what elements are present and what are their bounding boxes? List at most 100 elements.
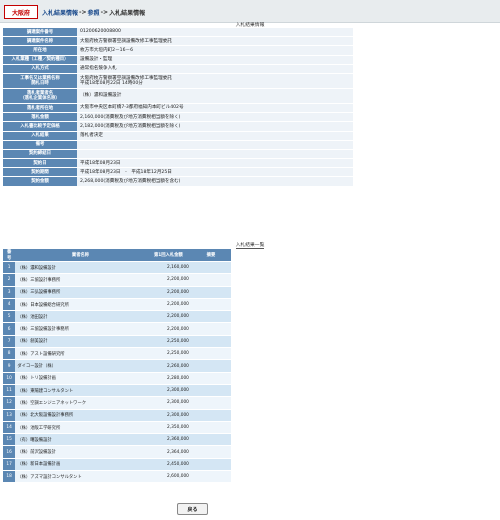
detail-row: 入札方式 通常指名競争入札	[3, 64, 353, 73]
bid-note-cell	[190, 360, 231, 372]
detail-label: 備考	[3, 140, 77, 149]
detail-label: 調達案件名称	[3, 37, 77, 46]
table-row: 10 （株）トリ設備計画 2,280,000	[3, 372, 231, 384]
breadcrumb-bid-results[interactable]: 入札結果情報	[42, 8, 78, 17]
bid-number-cell: 9	[3, 360, 16, 372]
detail-label: 入札書比較予定価格	[3, 122, 77, 131]
company-name-cell: （株）北大阪設備設計事務所	[15, 409, 146, 421]
bid-number-cell: 6	[3, 323, 16, 335]
detail-row: 落札金額 2,160,000(消費税及び地方消費税相当額を除く)	[3, 113, 353, 122]
bid-number-cell: 15	[3, 434, 16, 446]
detail-label: 落札金額	[3, 113, 77, 122]
detail-value: 大阪府枚方警察署空調設備改修工事監理委託 平成18年08月22日 14時00分	[77, 73, 353, 88]
bid-note-cell	[190, 458, 231, 471]
detail-table: 調達案件番号 01200620008800 調達案件名称 大阪府枚方警察署空調設備改修…	[3, 27, 353, 187]
bid-amount-cell: 2,350,000	[145, 421, 191, 434]
bid-number-cell: 12	[3, 397, 16, 409]
bid-number-cell: 1	[3, 262, 16, 274]
detail-row: 調達案件番号 01200620008800	[3, 28, 353, 37]
bid-amount-cell: 2,250,000	[145, 335, 191, 348]
bid-number-cell: 7	[3, 335, 16, 348]
detail-value	[77, 149, 353, 159]
detail-value: 01200620008800	[77, 28, 353, 37]
bid-note-cell	[190, 323, 231, 335]
detail-label: 所在地	[3, 46, 77, 55]
bid-amount-cell: 2,600,000	[145, 471, 191, 483]
company-name-cell: （株）アズマ設計コンサルタント	[15, 471, 146, 483]
detail-label: 契約締結日	[3, 149, 77, 159]
detail-value: 設備設計・監理	[77, 55, 353, 64]
osaka-logo[interactable]: 大阪府	[4, 5, 38, 19]
detail-row: 備考	[3, 140, 353, 149]
bid-amount-cell: 2,280,000	[145, 372, 191, 384]
bid-note-cell	[190, 409, 231, 421]
detail-label: 入札結果	[3, 131, 77, 140]
bid-note-cell	[190, 348, 231, 360]
detail-row: 調達案件名称 大阪府枚方警察署空調設備改修工事監理委託	[3, 37, 353, 46]
bid-amount-cell: 2,200,000	[145, 274, 191, 286]
detail-value	[77, 140, 353, 149]
table-row: 13 （株）北大阪設備設計事務所 2,300,000	[3, 409, 231, 421]
bid-note-cell	[190, 372, 231, 384]
company-name-cell: （株）新日本設備計画	[15, 458, 146, 471]
detail-label: 落札者業者名 （落札企業体名称）	[3, 88, 77, 103]
detail-value: 落札者決定	[77, 131, 353, 140]
company-name-cell: （株）池田設計	[15, 311, 146, 323]
detail-row: 契約金額 2,268,000(消費税及び地方消費税相当額を含む)	[3, 177, 353, 186]
breadcrumb-separator: ->	[100, 8, 109, 16]
col-company-name: 業者名称	[15, 249, 146, 261]
bid-amount-cell: 2,300,000	[145, 397, 191, 409]
detail-row: 所在地 枚方市大垣内町2－16－6	[3, 46, 353, 55]
detail-label: 契約日	[3, 159, 77, 168]
company-name-cell: （有）曙設備設計	[15, 434, 146, 446]
table-row: 18 （株）アズマ設計コンサルタント 2,600,000	[3, 471, 231, 483]
detail-row: 落札者所在地 大阪市中央区本町橋7-3都府福知内本町ビル402号	[3, 103, 353, 113]
company-name-cell: （株）濃和設備設計	[15, 262, 146, 274]
bid-note-cell	[190, 298, 231, 311]
detail-value: 2,268,000(消費税及び地方消費税相当額を含む)	[77, 177, 353, 186]
breadcrumb-current: 入札結果情報	[109, 9, 146, 17]
bid-number-cell: 4	[3, 298, 16, 311]
detail-row: 契約締結日	[3, 149, 353, 159]
detail-value: 平成18年08月23日 - 平成18年12月25日	[77, 168, 353, 177]
detail-label: 工事名又は業務名称 開札日時	[3, 73, 77, 88]
company-name-cell: （株）池阪工学研究所	[15, 421, 146, 434]
detail-label: 調達案件番号	[3, 28, 77, 37]
company-name-cell: （株）三協設計事務所	[15, 274, 146, 286]
bid-amount-cell: 2,300,000	[145, 384, 191, 397]
bid-note-cell	[190, 434, 231, 446]
detail-row: 入札書比較予定価格 2,182,000(消費税及び地方消費税相当額を除く)	[3, 122, 353, 131]
bid-number-cell: 13	[3, 409, 16, 421]
bid-note-cell	[190, 335, 231, 348]
detail-row: 入札業種（工種／契約種目） 設備設計・監理	[3, 55, 353, 64]
bid-number-cell: 5	[3, 311, 16, 323]
breadcrumb: 入札結果情報 -> 参照 -> 入札結果情報	[42, 5, 145, 19]
detail-value: 通常指名競争入札	[77, 64, 353, 73]
company-name-cell: （株）空調エンジニアネットワーク	[15, 397, 146, 409]
company-name-cell: （株）トリ設備計画	[15, 372, 146, 384]
bid-number-cell: 14	[3, 421, 16, 434]
detail-value: （株）濃和設備設計	[77, 88, 353, 103]
table-row: 6 （株）三協設備設計事務所 2,200,000	[3, 323, 231, 335]
table-row: 15 （有）曙設備設計 2,360,000	[3, 434, 231, 446]
detail-label: 入札方式	[3, 64, 77, 73]
table-row: 14 （株）池阪工学研究所 2,350,000	[3, 421, 231, 434]
table-row: 17 （株）新日本設備計画 2,450,000	[3, 458, 231, 471]
detail-row: 契約日 平成18年08月23日	[3, 159, 353, 168]
breadcrumb-reference[interactable]: 参照	[88, 8, 100, 17]
company-name-cell: （株）東陽建コンサルタント	[15, 384, 146, 397]
back-button[interactable]: 戻る	[177, 503, 208, 515]
detail-value: 2,182,000(消費税及び地方消費税相当額を除く)	[77, 122, 353, 131]
detail-value: 2,160,000(消費税及び地方消費税相当額を除く)	[77, 113, 353, 122]
col-first-bid-amount: 第1回入札金額	[145, 249, 191, 261]
company-name-cell: （株）日本設備総合研究所	[15, 298, 146, 311]
bid-amount-cell: 2,200,000	[145, 298, 191, 311]
company-name-cell: （株）三弘設備事務所	[15, 286, 146, 298]
bid-note-cell	[190, 262, 231, 274]
bid-amount-cell: 2,160,000	[145, 262, 191, 274]
bid-list-header-row: 番号 業者名称 第1回入札金額 摘要	[3, 249, 231, 261]
table-row: 11 （株）東陽建コンサルタント 2,300,000	[3, 384, 231, 397]
detail-label: 入札業種（工種／契約種目）	[3, 55, 77, 64]
bid-number-cell: 10	[3, 372, 16, 384]
table-row: 12 （株）空調エンジニアネットワーク 2,300,000	[3, 397, 231, 409]
